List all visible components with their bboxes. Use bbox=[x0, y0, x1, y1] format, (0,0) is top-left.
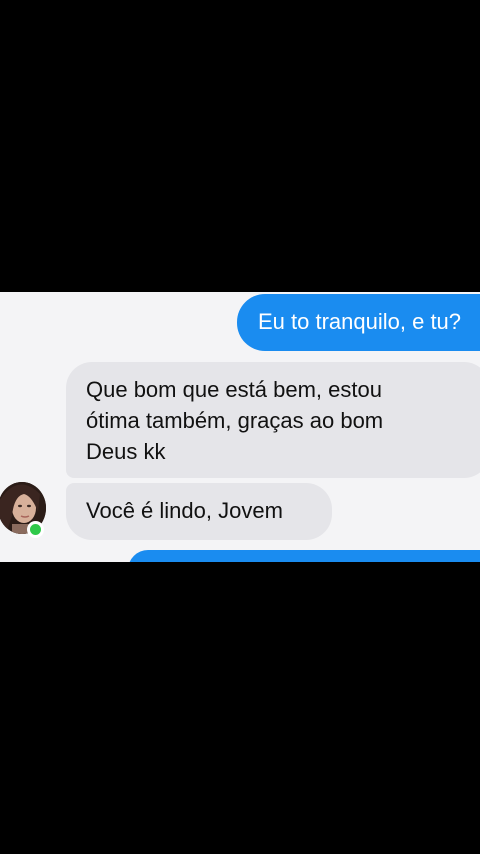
chat-conversation: Eu to tranquilo, e tu? Que bom que está … bbox=[0, 292, 480, 562]
screenshot-frame: Eu to tranquilo, e tu? Que bom que está … bbox=[0, 0, 480, 854]
incoming-message[interactable]: Você é lindo, Jovem bbox=[66, 483, 332, 540]
online-status-indicator bbox=[27, 521, 44, 538]
message-line: Que bom que está bem, estou bbox=[86, 377, 382, 402]
message-line: Deus kk bbox=[86, 439, 166, 464]
incoming-message[interactable]: Que bom que está bem, estou ótima também… bbox=[66, 362, 480, 478]
outgoing-message[interactable]: Eu to tranquilo, e tu? bbox=[237, 294, 480, 351]
message-line: ótima também, graças ao bom bbox=[86, 408, 384, 433]
outgoing-message[interactable] bbox=[128, 550, 480, 562]
